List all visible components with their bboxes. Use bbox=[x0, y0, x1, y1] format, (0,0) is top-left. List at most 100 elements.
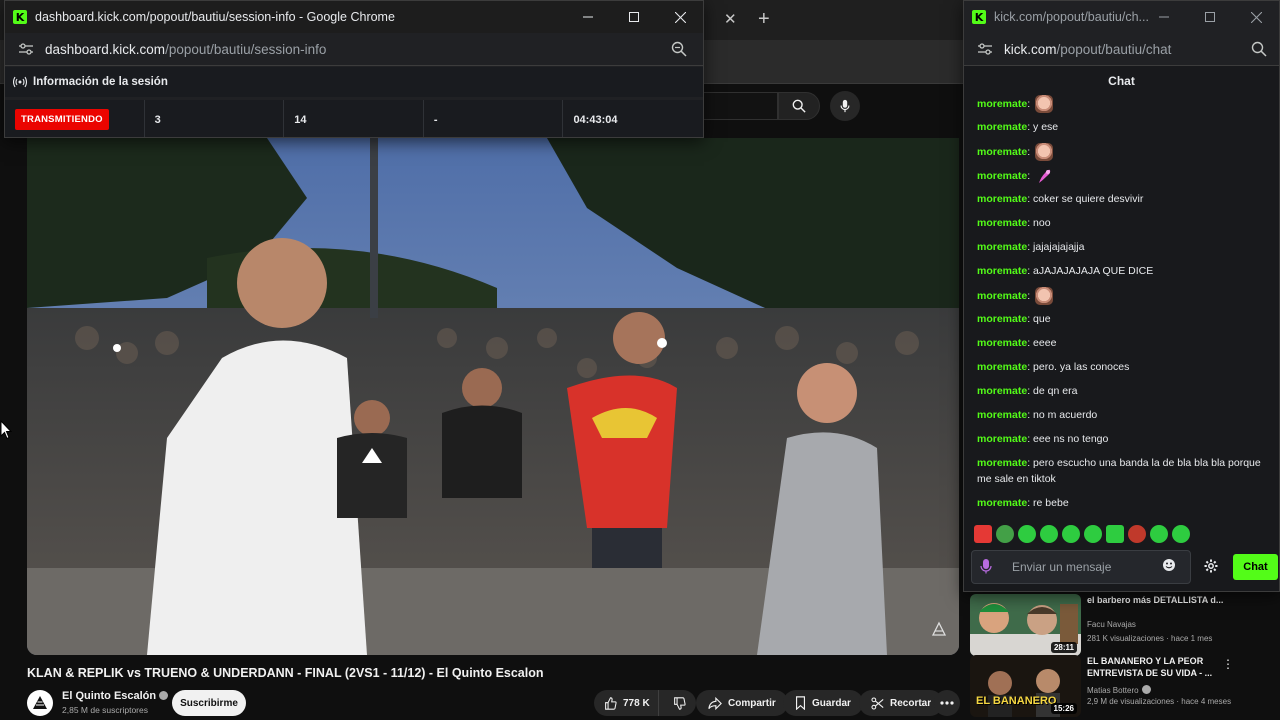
share-label: Compartir bbox=[728, 697, 776, 709]
emote-picker-icon-7[interactable] bbox=[1106, 525, 1124, 543]
zoom-icon[interactable] bbox=[671, 41, 687, 62]
chat-username[interactable]: moremate bbox=[977, 409, 1027, 421]
emote-picker-icon-2[interactable] bbox=[996, 525, 1014, 543]
save-button[interactable]: Guardar bbox=[783, 690, 863, 716]
video-player[interactable] bbox=[27, 138, 959, 655]
face-emote-icon bbox=[1035, 95, 1054, 113]
youtube-search-button[interactable] bbox=[778, 92, 820, 120]
chat-message: moremate: jajajajajajja bbox=[977, 241, 1085, 253]
url-text[interactable]: kick.com/popout/bautiu/chat bbox=[1004, 42, 1171, 57]
chat-username[interactable]: moremate bbox=[977, 193, 1027, 205]
send-chat-button[interactable]: Chat bbox=[1233, 554, 1278, 580]
chat-username[interactable]: moremate bbox=[977, 361, 1027, 373]
chat-username[interactable]: moremate bbox=[977, 217, 1027, 229]
maximize-icon[interactable] bbox=[611, 1, 657, 33]
chat-microphone-icon[interactable] bbox=[980, 558, 992, 579]
chat-username[interactable]: moremate bbox=[977, 337, 1027, 349]
chat-message: moremate: de qn era bbox=[977, 385, 1078, 397]
share-button[interactable]: Compartir bbox=[696, 690, 788, 716]
chat-text: aJAJAJAJAJA QUE DICE bbox=[1033, 265, 1154, 277]
pink-emote-icon bbox=[1039, 169, 1051, 183]
chat-username[interactable]: moremate bbox=[977, 170, 1027, 182]
emote-picker-icon-9[interactable] bbox=[1150, 525, 1168, 543]
video-frame bbox=[27, 138, 959, 655]
recommendation-channel-label[interactable]: Matias Bottero bbox=[1087, 686, 1139, 695]
youtube-search-input[interactable] bbox=[700, 92, 778, 120]
address-bar[interactable]: kick.com/popout/bautiu/chat bbox=[964, 33, 1279, 66]
maximize-icon[interactable] bbox=[1187, 1, 1233, 33]
gear-icon[interactable] bbox=[1204, 559, 1218, 578]
chat-message: moremate: re bebe bbox=[977, 497, 1069, 509]
dislike-button[interactable] bbox=[665, 690, 694, 716]
session-info-title: Información de la sesión bbox=[33, 76, 168, 88]
recommendation-item[interactable]: 28:11 el barbero más DETALLISTA d... Fac… bbox=[970, 594, 1260, 656]
chat-username[interactable]: moremate bbox=[977, 497, 1027, 509]
chat-message: moremate: bbox=[977, 287, 1267, 305]
chat-text: no m acuerdo bbox=[1033, 409, 1098, 421]
chat-message: moremate: pero. ya las conoces bbox=[977, 361, 1130, 373]
emoji-icon[interactable] bbox=[1162, 558, 1176, 577]
channel-name-label[interactable]: El Quinto Escalón bbox=[62, 690, 156, 702]
like-button[interactable]: 778 K bbox=[594, 690, 659, 716]
emote-picker-icon-5[interactable] bbox=[1062, 525, 1080, 543]
emote-picker-icon-8[interactable] bbox=[1128, 525, 1146, 543]
more-vertical-icon[interactable]: ⋮ bbox=[1222, 657, 1234, 671]
site-settings-icon[interactable] bbox=[17, 40, 35, 58]
zoom-icon[interactable] bbox=[1251, 41, 1267, 62]
chat-username[interactable]: moremate bbox=[977, 313, 1027, 325]
tab-close-icon[interactable]: ✕ bbox=[724, 10, 737, 28]
channel-avatar[interactable] bbox=[27, 690, 53, 716]
more-actions-button[interactable] bbox=[934, 690, 960, 716]
site-settings-icon[interactable] bbox=[976, 40, 994, 58]
clip-button[interactable]: Recortar bbox=[859, 690, 944, 716]
chat-username[interactable]: moremate bbox=[977, 121, 1027, 133]
session-info-header: Información de la sesión bbox=[5, 67, 703, 97]
chat-message-list[interactable]: moremate: moremate: y ese moremate: more… bbox=[964, 93, 1279, 518]
chat-message: moremate: noo bbox=[977, 217, 1051, 229]
chat-message-input[interactable]: Enviar un mensaje bbox=[971, 550, 1191, 584]
emote-picker-icon-10[interactable] bbox=[1172, 525, 1190, 543]
chat-username[interactable]: moremate bbox=[977, 265, 1027, 277]
desktop: ✕ + KLAN & REPLIK vs TRUENO & UNDERDANN … bbox=[0, 0, 1280, 720]
verified-icon bbox=[159, 691, 169, 700]
close-icon[interactable] bbox=[1233, 1, 1279, 33]
emote-picker-icon-6[interactable] bbox=[1084, 525, 1102, 543]
channel-name[interactable]: El Quinto Escalón bbox=[62, 690, 169, 702]
subscribe-button[interactable]: Suscribirme bbox=[172, 690, 246, 716]
url-text[interactable]: dashboard.kick.com/popout/bautiu/session… bbox=[45, 42, 326, 57]
emote-picker-icon-1[interactable] bbox=[974, 525, 992, 543]
window-titlebar[interactable]: K kick.com/popout/bautiu/ch... bbox=[964, 1, 1279, 33]
window-titlebar[interactable]: K dashboard.kick.com/popout/bautiu/sessi… bbox=[5, 1, 703, 33]
chat-username[interactable]: moremate bbox=[977, 290, 1027, 302]
thumbs-down-icon bbox=[673, 696, 686, 710]
stream-status-cell: TRANSMITIENDO bbox=[5, 100, 145, 137]
quality-badge-icon[interactable] bbox=[931, 621, 947, 637]
recommendation-thumbnail[interactable]: EL BANANERO 15:26 bbox=[970, 655, 1081, 717]
new-tab-icon[interactable]: + bbox=[758, 8, 770, 31]
emote-picker-icon-4[interactable] bbox=[1040, 525, 1058, 543]
recommendation-thumbnail[interactable]: 28:11 bbox=[970, 594, 1081, 656]
recommendation-title[interactable]: el barbero más DETALLISTA d... bbox=[1087, 594, 1227, 606]
chat-username[interactable]: moremate bbox=[977, 98, 1027, 110]
recommendation-item[interactable]: EL BANANERO 15:26 EL BANANERO Y LA PEOR … bbox=[970, 655, 1260, 717]
recommendation-title[interactable]: EL BANANERO Y LA PEOR ENTREVISTA DE SU V… bbox=[1087, 655, 1227, 679]
chat-username[interactable]: moremate bbox=[977, 433, 1027, 445]
recommendation-channel[interactable]: Matias Bottero bbox=[1087, 685, 1151, 695]
chat-username[interactable]: moremate bbox=[977, 241, 1027, 253]
emote-picker-icon-3[interactable] bbox=[1018, 525, 1036, 543]
chat-username[interactable]: moremate bbox=[977, 457, 1027, 469]
chat-message: moremate: bbox=[977, 167, 1267, 185]
kick-logo-icon: K bbox=[972, 10, 986, 24]
chat-message: moremate: eee ns no tengo bbox=[977, 433, 1109, 445]
recommendation-channel[interactable]: Facu Navajas bbox=[1087, 620, 1136, 629]
close-icon[interactable] bbox=[657, 1, 703, 33]
address-bar[interactable]: dashboard.kick.com/popout/bautiu/session… bbox=[5, 33, 703, 66]
stat-value-2: 14 bbox=[284, 100, 424, 137]
chat-username[interactable]: moremate bbox=[977, 385, 1027, 397]
voice-search-button[interactable] bbox=[830, 91, 860, 121]
minimize-icon[interactable] bbox=[565, 1, 611, 33]
chat-username[interactable]: moremate bbox=[977, 146, 1027, 158]
minimize-icon[interactable] bbox=[1141, 1, 1187, 33]
chat-text: jajajajajajja bbox=[1033, 241, 1085, 253]
scissors-icon bbox=[871, 696, 884, 710]
